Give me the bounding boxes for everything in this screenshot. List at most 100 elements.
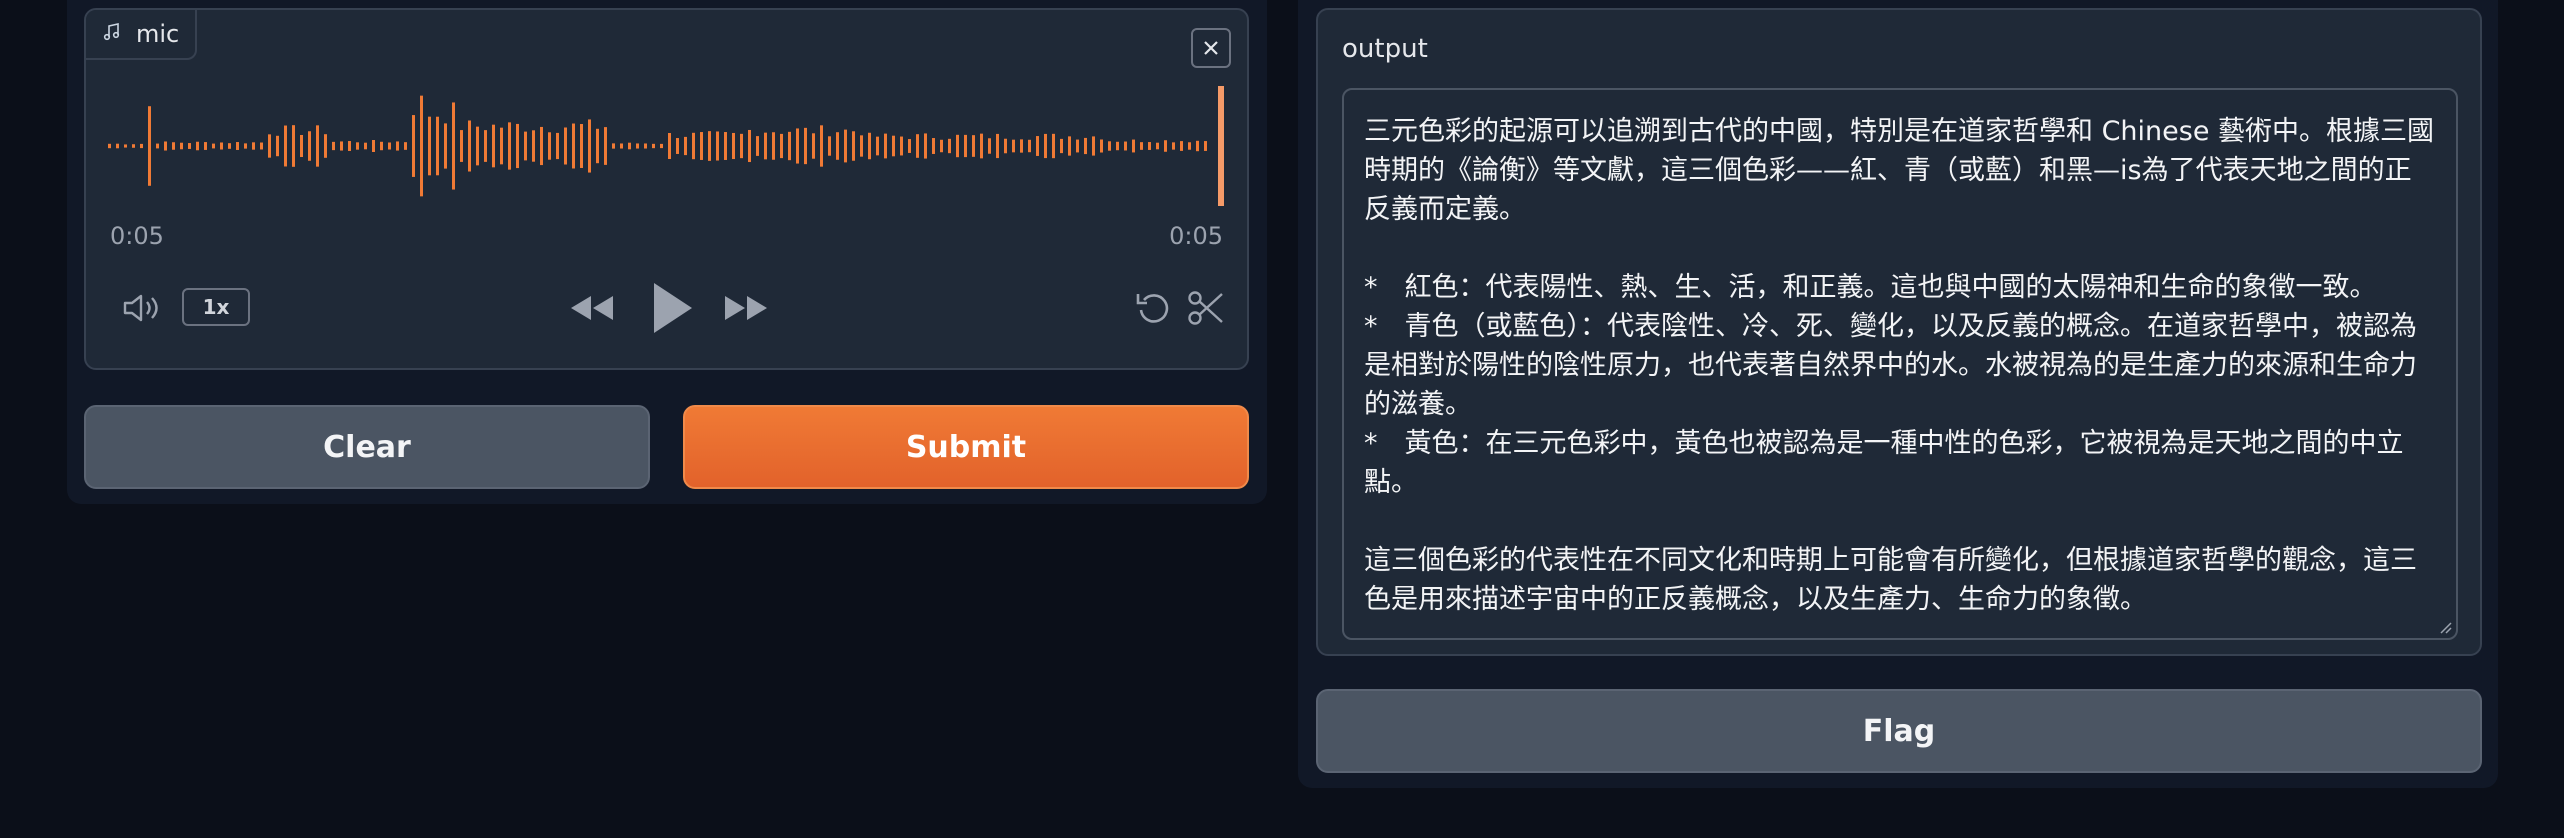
waveform-bar [372, 139, 375, 153]
waveform-bar [636, 143, 639, 149]
waveform-bar [1004, 138, 1007, 154]
waveform-bar [1052, 133, 1055, 159]
waveform-bar [516, 123, 519, 169]
waveform-bar [1164, 140, 1167, 152]
waveform-bar [1084, 137, 1087, 155]
waveform-bar [668, 132, 671, 160]
waveform-bar [756, 136, 759, 156]
waveform-bar [628, 142, 631, 150]
waveform-bar [172, 142, 175, 150]
rewind-button[interactable] [566, 286, 616, 330]
waveform-bar [180, 142, 183, 150]
waveform-bar [972, 135, 975, 157]
waveform-bar [492, 124, 495, 168]
waveform-bar [356, 142, 359, 150]
waveform-bar [1124, 141, 1127, 151]
waveform-bar [1100, 139, 1103, 153]
waveform-bar [524, 131, 527, 161]
waveform-bar [1188, 142, 1191, 150]
waveform-bar [844, 129, 847, 163]
flag-button[interactable]: Flag [1316, 689, 2482, 773]
waveform-bar [812, 133, 815, 159]
scissors-icon [1188, 291, 1223, 325]
waveform-bar [340, 141, 343, 151]
waveform-bar [188, 143, 191, 149]
waveform-bar [140, 143, 143, 149]
waveform-bar [148, 106, 151, 186]
waveform-bar [860, 135, 863, 157]
waveform-bar [732, 132, 735, 160]
output-textbox[interactable]: 三元色彩的起源可以追溯到古代的中國，特別是在道家哲學和 Chinese 藝術中。… [1342, 88, 2458, 640]
waveform-bar [308, 131, 311, 161]
waveform-bar [588, 119, 591, 173]
waveform-bar [132, 144, 135, 148]
total-duration: 0:05 [1169, 222, 1223, 250]
waveform-bar [1044, 133, 1047, 159]
waveform-bar [1172, 142, 1175, 150]
waveform-bar [876, 136, 879, 156]
playback-controls: 1x [86, 278, 1247, 338]
clear-audio-button[interactable] [1191, 28, 1231, 68]
playback-speed-button[interactable]: 1x [182, 288, 250, 326]
trim-button[interactable] [1184, 286, 1228, 330]
waveform-bar [236, 142, 239, 150]
waveform-bar [924, 133, 927, 159]
current-time: 0:05 [110, 222, 164, 250]
fast-forward-button[interactable] [722, 286, 772, 330]
waveform-bar [380, 141, 383, 151]
waveform-bar [460, 130, 463, 162]
waveform-bar [164, 141, 167, 151]
undo-icon [1136, 294, 1169, 323]
waveform-bar [508, 122, 511, 170]
waveform-bar [476, 126, 479, 166]
waveform-bar [660, 143, 663, 149]
waveform-bar [700, 132, 703, 160]
undo-button[interactable] [1132, 286, 1176, 330]
waveform-bar [580, 124, 583, 168]
waveform-bar [332, 141, 335, 151]
waveform-bar [484, 130, 487, 162]
waveform-bar [292, 125, 295, 167]
waveform-bar [540, 126, 543, 166]
play-button[interactable] [646, 278, 698, 338]
volume-button[interactable] [120, 288, 164, 328]
waveform-bar [316, 125, 319, 167]
waveform-bar [796, 128, 799, 164]
waveform-bar [156, 143, 159, 149]
waveform-bar [1060, 138, 1063, 154]
waveform-bar [1068, 136, 1071, 156]
waveform-bar [1108, 141, 1111, 151]
submit-button[interactable]: Submit [683, 405, 1249, 489]
waveform-bar [1204, 141, 1207, 151]
waveform-bar [764, 132, 767, 160]
playhead-cursor[interactable] [1218, 86, 1224, 206]
waveform-bar [692, 132, 695, 160]
audio-source-text: mic [136, 20, 180, 48]
waveform-bar [748, 129, 751, 163]
waveform-bar [724, 132, 727, 160]
waveform-bar [420, 95, 423, 197]
waveform-bar [196, 141, 199, 151]
waveform-bar [908, 139, 911, 153]
waveform-bar [1092, 136, 1095, 156]
waveform-bar [780, 133, 783, 159]
waveform-bar [804, 127, 807, 165]
waveform-bar [716, 131, 719, 161]
waveform-bar [916, 134, 919, 158]
waveform-bar [964, 134, 967, 158]
waveform-bar [564, 127, 567, 165]
close-icon [1204, 41, 1218, 55]
waveform-bar [1132, 139, 1135, 153]
waveform-bar [212, 143, 215, 149]
waveform-bar [436, 116, 439, 176]
waveform-bar [932, 138, 935, 154]
waveform-bar [532, 130, 535, 162]
output-label: output [1342, 34, 1428, 64]
waveform-bar [772, 132, 775, 160]
clear-button[interactable]: Clear [84, 405, 650, 489]
waveform-bar [708, 131, 711, 161]
waveform-bar [740, 133, 743, 159]
resize-grip-icon[interactable] [2438, 620, 2452, 634]
audio-waveform[interactable] [108, 84, 1228, 208]
waveform-bar [620, 143, 623, 149]
